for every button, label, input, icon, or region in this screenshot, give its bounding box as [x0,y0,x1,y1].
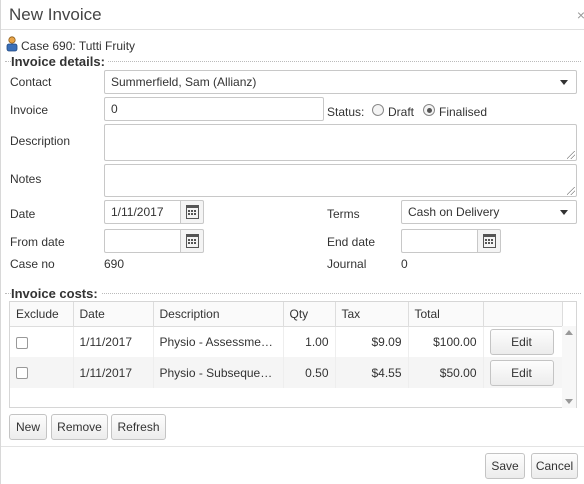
terms-value: Cash on Delivery [408,205,500,219]
status-finalised-label[interactable]: Finalised [439,105,487,119]
end-date-label: End date [327,235,376,249]
column-header-qty[interactable]: Qty [283,302,336,327]
dialog-titlebar: New Invoice × [1,0,584,30]
action-cell: Edit [483,326,563,357]
table-row: 1/11/2017 Physio - Subsequent Consultati… [10,357,563,388]
description-cell: Physio - Subsequent Consultation [153,357,284,388]
date-calendar-button[interactable] [180,200,204,224]
qty-cell: 1.00 [283,326,336,357]
costs-table: Exclude Date Description Qty Tax Total 1… [10,302,563,388]
edit-button[interactable]: Edit [489,359,554,386]
action-cell: Edit [483,357,563,388]
from-date-input[interactable] [104,229,180,253]
exclude-cell [10,357,74,388]
remove-cost-button[interactable]: Remove [51,414,108,440]
journal-value: 0 [401,257,408,271]
chevron-down-icon [560,80,568,85]
contact-label: Contact [10,75,52,89]
exclude-checkbox[interactable] [16,336,28,349]
status-draft-label[interactable]: Draft [388,105,414,119]
description-label: Description [10,134,71,148]
calendar-icon [186,205,199,219]
date-picker: 1/11/2017 [104,200,204,224]
new-cost-button[interactable]: New [9,414,47,440]
column-header-date[interactable]: Date [73,302,154,327]
footer-divider [1,446,584,447]
notes-textarea[interactable] [104,164,577,197]
notes-label: Notes [10,172,42,186]
date-cell: 1/11/2017 [73,357,154,388]
date-value: 1/11/2017 [111,205,164,219]
end-date-input[interactable] [401,229,477,253]
resize-grip-icon[interactable] [567,151,575,159]
column-header-exclude[interactable]: Exclude [10,302,74,327]
table-row: 1/11/2017 Physio - Assessment Consultati… [10,326,563,357]
date-cell: 1/11/2017 [73,326,154,357]
date-input[interactable]: 1/11/2017 [104,200,180,224]
from-date-picker [104,229,204,253]
case-no-label: Case no [10,257,55,271]
journal-label: Journal [327,257,367,271]
status-draft-radio[interactable] [372,104,384,116]
description-cell: Physio - Assessment Consultation [153,326,284,357]
new-invoice-dialog: New Invoice × Case 690: Tutti Fruity Inv… [0,0,584,484]
end-date-picker [401,229,501,253]
total-cell: $50.00 [408,357,484,388]
from-date-calendar-button[interactable] [180,229,204,253]
table-header-row: Exclude Date Description Qty Tax Total [10,302,563,327]
calendar-icon [483,234,496,248]
date-label: Date [10,207,36,221]
column-header-total[interactable]: Total [408,302,484,327]
tax-cell: $4.55 [335,357,409,388]
resize-grip-icon[interactable] [567,187,575,195]
invoice-details-legend: Invoice details: [11,54,108,69]
description-textarea[interactable] [104,124,577,161]
invoice-number-value: 0 [111,102,118,116]
qty-cell: 0.50 [283,357,336,388]
contact-value: Summerfield, Sam (Allianz) [111,75,257,89]
status-finalised-radio[interactable] [423,104,435,116]
total-cell: $100.00 [408,326,484,357]
exclude-checkbox[interactable] [16,367,28,380]
calendar-icon [186,234,199,248]
save-button[interactable]: Save [485,453,525,479]
case-title: Case 690: Tutti Fruity [21,39,136,53]
invoice-label: Invoice [10,103,49,117]
close-icon[interactable]: × [577,7,584,23]
edit-button[interactable]: Edit [489,328,554,355]
from-date-label: From date [10,235,65,249]
column-header-actions [483,302,563,327]
exclude-cell [10,326,74,357]
end-date-calendar-button[interactable] [477,229,501,253]
dialog-title: New Invoice [9,5,102,24]
case-no-value: 690 [104,257,125,271]
terms-label: Terms [327,207,360,221]
column-header-tax[interactable]: Tax [335,302,409,327]
grid-scrollbar[interactable] [562,326,576,408]
contact-select[interactable]: Summerfield, Sam (Allianz) [104,70,577,94]
cancel-button[interactable]: Cancel [531,453,578,479]
invoice-costs-legend: Invoice costs: [11,286,101,301]
invoice-costs-grid: Exclude Date Description Qty Tax Total 1… [9,301,577,408]
terms-select[interactable]: Cash on Delivery [401,200,577,224]
chevron-down-icon [560,210,568,215]
scroll-down-icon[interactable] [565,399,573,404]
scroll-up-icon[interactable] [565,330,573,335]
person-icon [6,36,18,52]
column-header-description[interactable]: Description [153,302,284,327]
invoice-number-input[interactable]: 0 [104,97,324,121]
status-label: Status: [327,105,365,119]
refresh-costs-button[interactable]: Refresh [111,414,166,440]
tax-cell: $9.09 [335,326,409,357]
